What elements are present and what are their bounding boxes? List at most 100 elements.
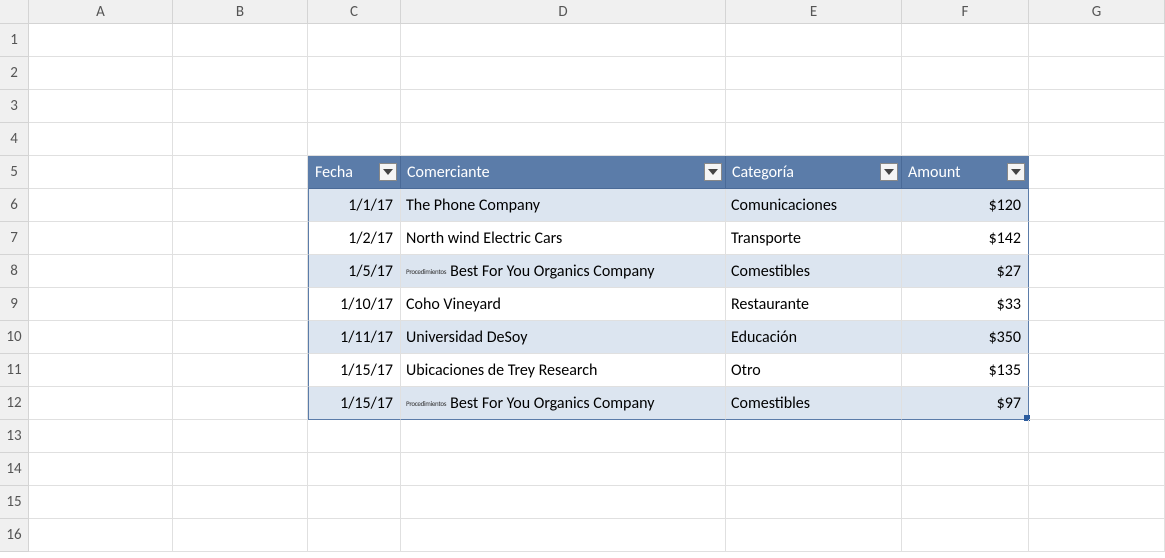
cell-A15[interactable] xyxy=(29,486,173,519)
cell-A8[interactable] xyxy=(29,255,173,288)
column-header-b[interactable]: B xyxy=(173,0,308,24)
cell-B8[interactable] xyxy=(173,255,308,288)
row-header-5[interactable]: 5 xyxy=(0,156,29,189)
cell-E5[interactable]: Categoría xyxy=(726,156,902,189)
cell-C16[interactable] xyxy=(308,519,401,552)
cell-E3[interactable] xyxy=(726,90,902,123)
column-header-f[interactable]: F xyxy=(902,0,1029,24)
cell-D15[interactable] xyxy=(401,486,726,519)
cell-C12[interactable]: 1/15/17 xyxy=(308,387,401,420)
cell-C13[interactable] xyxy=(308,420,401,453)
cell-A7[interactable] xyxy=(29,222,173,255)
column-header-d[interactable]: D xyxy=(401,0,726,24)
row-header-15[interactable]: 15 xyxy=(0,486,29,519)
row-header-9[interactable]: 9 xyxy=(0,288,29,321)
cell-A14[interactable] xyxy=(29,453,173,486)
cell-A6[interactable] xyxy=(29,189,173,222)
cell-C9[interactable]: 1/10/17 xyxy=(308,288,401,321)
cell-B7[interactable] xyxy=(173,222,308,255)
row-header-4[interactable]: 4 xyxy=(0,123,29,156)
cell-C5[interactable]: Fecha xyxy=(308,156,401,189)
cell-A9[interactable] xyxy=(29,288,173,321)
cell-F16[interactable] xyxy=(902,519,1029,552)
cell-B4[interactable] xyxy=(173,123,308,156)
cell-D16[interactable] xyxy=(401,519,726,552)
cell-D14[interactable] xyxy=(401,453,726,486)
cell-G9[interactable] xyxy=(1029,288,1165,321)
cell-F3[interactable] xyxy=(902,90,1029,123)
cell-G7[interactable] xyxy=(1029,222,1165,255)
cell-C3[interactable] xyxy=(308,90,401,123)
cell-F1[interactable] xyxy=(902,24,1029,57)
cell-D4[interactable] xyxy=(401,123,726,156)
cell-F15[interactable] xyxy=(902,486,1029,519)
row-header-8[interactable]: 8 xyxy=(0,255,29,288)
cell-D11[interactable]: Ubicaciones de Trey Research xyxy=(401,354,726,387)
cell-E6[interactable]: Comunicaciones xyxy=(726,189,902,222)
cell-A11[interactable] xyxy=(29,354,173,387)
row-header-14[interactable]: 14 xyxy=(0,453,29,486)
cell-B15[interactable] xyxy=(173,486,308,519)
cell-A1[interactable] xyxy=(29,24,173,57)
cell-E9[interactable]: Restaurante xyxy=(726,288,902,321)
cell-E1[interactable] xyxy=(726,24,902,57)
cell-E16[interactable] xyxy=(726,519,902,552)
cell-E11[interactable]: Otro xyxy=(726,354,902,387)
cell-A13[interactable] xyxy=(29,420,173,453)
cell-E15[interactable] xyxy=(726,486,902,519)
row-header-1[interactable]: 1 xyxy=(0,24,29,57)
cell-E13[interactable] xyxy=(726,420,902,453)
cell-G10[interactable] xyxy=(1029,321,1165,354)
cell-B10[interactable] xyxy=(173,321,308,354)
cell-C10[interactable]: 1/11/17 xyxy=(308,321,401,354)
cell-C7[interactable]: 1/2/17 xyxy=(308,222,401,255)
cell-F14[interactable] xyxy=(902,453,1029,486)
row-header-6[interactable]: 6 xyxy=(0,189,29,222)
column-header-a[interactable]: A xyxy=(29,0,173,24)
cell-A5[interactable] xyxy=(29,156,173,189)
cell-G6[interactable] xyxy=(1029,189,1165,222)
row-header-12[interactable]: 12 xyxy=(0,387,29,420)
filter-dropdown-icon[interactable] xyxy=(880,163,898,181)
cell-E2[interactable] xyxy=(726,57,902,90)
cell-E10[interactable]: Educación xyxy=(726,321,902,354)
row-header-11[interactable]: 11 xyxy=(0,354,29,387)
cell-F6[interactable]: $120 xyxy=(902,189,1029,222)
cell-C11[interactable]: 1/15/17 xyxy=(308,354,401,387)
cell-B6[interactable] xyxy=(173,189,308,222)
cell-D10[interactable]: Universidad DeSoy xyxy=(401,321,726,354)
cell-F8[interactable]: $27 xyxy=(902,255,1029,288)
cell-C14[interactable] xyxy=(308,453,401,486)
row-header-13[interactable]: 13 xyxy=(0,420,29,453)
cell-A12[interactable] xyxy=(29,387,173,420)
cell-F13[interactable] xyxy=(902,420,1029,453)
cell-A10[interactable] xyxy=(29,321,173,354)
cell-E8[interactable]: Comestibles xyxy=(726,255,902,288)
cell-B11[interactable] xyxy=(173,354,308,387)
cell-C6[interactable]: 1/1/17 xyxy=(308,189,401,222)
cell-B1[interactable] xyxy=(173,24,308,57)
cell-F4[interactable] xyxy=(902,123,1029,156)
column-header-e[interactable]: E xyxy=(726,0,902,24)
cell-E14[interactable] xyxy=(726,453,902,486)
cell-D1[interactable] xyxy=(401,24,726,57)
cell-F11[interactable]: $135 xyxy=(902,354,1029,387)
cell-A4[interactable] xyxy=(29,123,173,156)
cell-F5[interactable]: Amount xyxy=(902,156,1029,189)
cell-G15[interactable] xyxy=(1029,486,1165,519)
cell-F7[interactable]: $142 xyxy=(902,222,1029,255)
cell-A2[interactable] xyxy=(29,57,173,90)
cell-G13[interactable] xyxy=(1029,420,1165,453)
filter-dropdown-icon[interactable] xyxy=(379,163,397,181)
cell-G12[interactable] xyxy=(1029,387,1165,420)
cell-E4[interactable] xyxy=(726,123,902,156)
row-header-3[interactable]: 3 xyxy=(0,90,29,123)
cell-D3[interactable] xyxy=(401,90,726,123)
row-header-16[interactable]: 16 xyxy=(0,519,29,552)
cell-G14[interactable] xyxy=(1029,453,1165,486)
cell-D8[interactable]: ProcedimientosBest For You Organics Comp… xyxy=(401,255,726,288)
cell-C2[interactable] xyxy=(308,57,401,90)
cell-G4[interactable] xyxy=(1029,123,1165,156)
cell-D2[interactable] xyxy=(401,57,726,90)
cell-B5[interactable] xyxy=(173,156,308,189)
